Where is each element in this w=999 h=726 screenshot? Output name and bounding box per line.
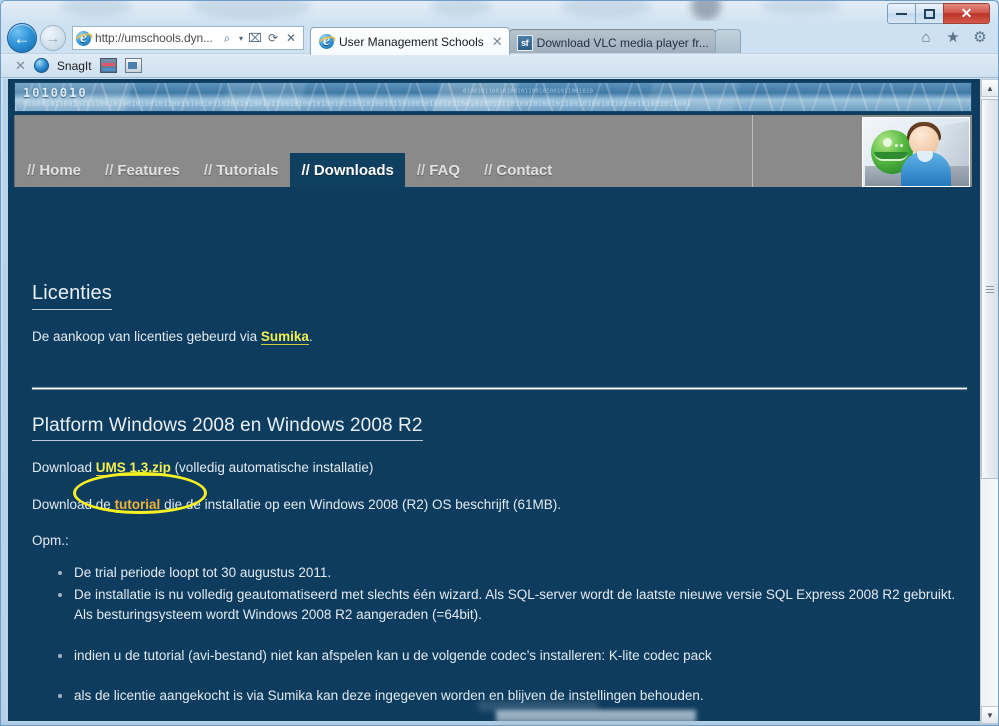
page-scrollbar[interactable]: ▲ ▼ — [980, 79, 998, 724]
tab-title: Download VLC media player fr... — [536, 35, 709, 50]
snagit-capture-icon[interactable] — [99, 58, 117, 73]
site-main-menu: // Home // Features // Tutorials // Down… — [15, 153, 564, 187]
website-body: 1010010 01001011001010010110010100101100… — [3, 79, 980, 724]
menu-item-tutorials[interactable]: // Tutorials — [192, 153, 291, 187]
tab-close-icon[interactable]: ✕ — [492, 34, 503, 50]
tab-favicon-ie-icon: e — [316, 33, 337, 50]
scrollbar-thumb[interactable] — [981, 99, 998, 479]
maximize-button[interactable] — [915, 3, 944, 24]
menu-slashes: // — [416, 161, 426, 179]
internet-explorer-icon: e — [73, 30, 94, 47]
menu-slashes: // — [105, 161, 114, 179]
page-content: Licenties De aankoop van licenties gebeu… — [8, 279, 980, 724]
paragraph-licenties: De aankoop van licenties gebeurd via Sum… — [32, 327, 967, 347]
forward-button[interactable]: → — [40, 25, 66, 51]
menu-item-features[interactable]: // Features — [93, 153, 192, 187]
status-bar-artifact — [496, 710, 696, 723]
menu-item-downloads[interactable]: // Downloads — [290, 153, 405, 187]
download-text-before: Download — [32, 460, 96, 476]
tab-download-vlc[interactable]: sf Download VLC media player fr... — [508, 29, 716, 55]
gear-icon[interactable]: ⚙ — [970, 27, 990, 47]
snagit-toolbar: ✕ SnagIt — [1, 53, 998, 78]
paragraph-download-zip: Download UMS 1.3.zip (volledig automatis… — [32, 458, 967, 478]
menu-item-faq[interactable]: // FAQ — [405, 153, 472, 187]
browser-window: ✕ ← → e http://umschools.dyn... ⌕ ▾ ⌧ ⟳ … — [0, 0, 999, 726]
licenties-text-after: . — [308, 329, 313, 344]
ums-zip-download-link[interactable]: UMS 1.3.zip — [95, 460, 171, 477]
menu-slashes: // — [27, 161, 36, 179]
site-logo — [862, 117, 970, 187]
list-item: De trial periode loopt tot 30 augustus 2… — [56, 563, 967, 583]
banner-binary-mid: 010010110010100101100101001011001010 — [463, 88, 594, 95]
snagit-globe-icon — [33, 58, 49, 73]
minimize-button[interactable] — [887, 3, 916, 24]
home-icon[interactable]: ⌂ — [916, 27, 936, 47]
menu-item-home[interactable]: // Home — [15, 153, 93, 187]
site-banner: 1010010 01001011001010010110010100101100… — [14, 82, 972, 112]
banner-binary-small: 0100010110010101100101001010010110010100… — [23, 100, 692, 108]
close-button[interactable]: ✕ — [943, 3, 990, 24]
scroll-up-icon[interactable]: ▲ — [981, 79, 998, 97]
browser-navigation-bar: ← → e http://umschools.dyn... ⌕ ▾ ⌧ ⟳ ✕ … — [1, 21, 998, 55]
label-opmerking: Opm.: — [32, 533, 69, 549]
list-item: De installatie is nu volledig geautomati… — [56, 585, 967, 626]
list-item: indien u de tutorial (avi-bestand) niet … — [56, 646, 967, 666]
content-divider — [32, 386, 967, 390]
banner-binary-large: 1010010 — [23, 86, 88, 100]
tutorial-text-before: Download de — [32, 496, 115, 512]
notes-list: De trial periode loopt tot 30 augustus 2… — [56, 563, 967, 706]
menu-divider — [752, 115, 753, 187]
heading-licenties: Licenties — [32, 279, 112, 310]
menu-slashes: // — [484, 161, 493, 179]
refresh-icon[interactable]: ⟳ — [264, 28, 282, 48]
sumika-link[interactable]: Sumika — [260, 329, 309, 345]
menu-item-label: Downloads — [313, 161, 394, 179]
page-viewport: 1010010 01001011001010010110010100101100… — [3, 79, 998, 724]
search-icon[interactable]: ⌕ — [218, 28, 236, 48]
favorites-star-icon[interactable]: ★ — [943, 27, 963, 47]
download-text-after: (volledig automatische installatie) — [170, 460, 374, 476]
tab-user-management-schools[interactable]: e User Management Schools ✕ — [310, 27, 510, 55]
new-tab-button[interactable] — [714, 29, 741, 55]
menu-item-label: Features — [117, 161, 180, 179]
menu-item-label: Home — [39, 161, 82, 179]
compatibility-view-icon[interactable]: ⌧ — [246, 28, 264, 48]
snagit-close-icon[interactable]: ✕ — [15, 58, 26, 74]
menu-slashes: // — [203, 161, 213, 179]
back-button[interactable]: ← — [7, 23, 37, 53]
tab-strip: e User Management Schools ✕ sf Download … — [310, 21, 741, 55]
menu-slashes: // — [301, 161, 310, 179]
tutorial-text-after: die de installatie op een Windows 2008 (… — [160, 496, 562, 512]
menu-item-label: Contact — [496, 161, 553, 179]
tab-title: User Management Schools — [339, 34, 484, 49]
back-arrow-icon: ← — [13, 28, 31, 48]
forward-arrow-icon: → — [45, 29, 61, 47]
tutorial-link[interactable]: tutorial — [114, 496, 161, 513]
snagit-editor-icon[interactable] — [124, 58, 142, 73]
browser-toolbar-icons: ⌂ ★ ⚙ — [916, 27, 990, 47]
window-glass-bleed — [1, 1, 998, 21]
heading-platform-2008: Platform Windows 2008 en Windows 2008 R2 — [32, 412, 423, 442]
address-bar[interactable]: e http://umschools.dyn... ⌕ ▾ ⌧ ⟳ ✕ — [72, 26, 304, 50]
snagit-label: SnagIt — [56, 58, 92, 73]
paragraph-download-tutorial: Download de tutorial die de installatie … — [32, 495, 967, 515]
scroll-down-icon[interactable]: ▼ — [981, 706, 998, 724]
site-header-band: // Home // Features // Tutorials // Down… — [14, 115, 972, 187]
menu-item-contact[interactable]: // Contact — [472, 153, 564, 187]
window-controls: ✕ — [887, 3, 990, 24]
menu-item-label: FAQ — [429, 161, 461, 179]
tab-favicon-sourceforge-icon: sf — [516, 34, 533, 51]
licenties-text-before: De aankoop van licenties gebeurd via — [32, 329, 261, 344]
chevron-down-icon[interactable]: ▾ — [236, 28, 246, 48]
stop-icon[interactable]: ✕ — [282, 28, 300, 48]
menu-item-label: Tutorials — [216, 161, 279, 179]
address-url-text: http://umschools.dyn... — [95, 31, 213, 45]
